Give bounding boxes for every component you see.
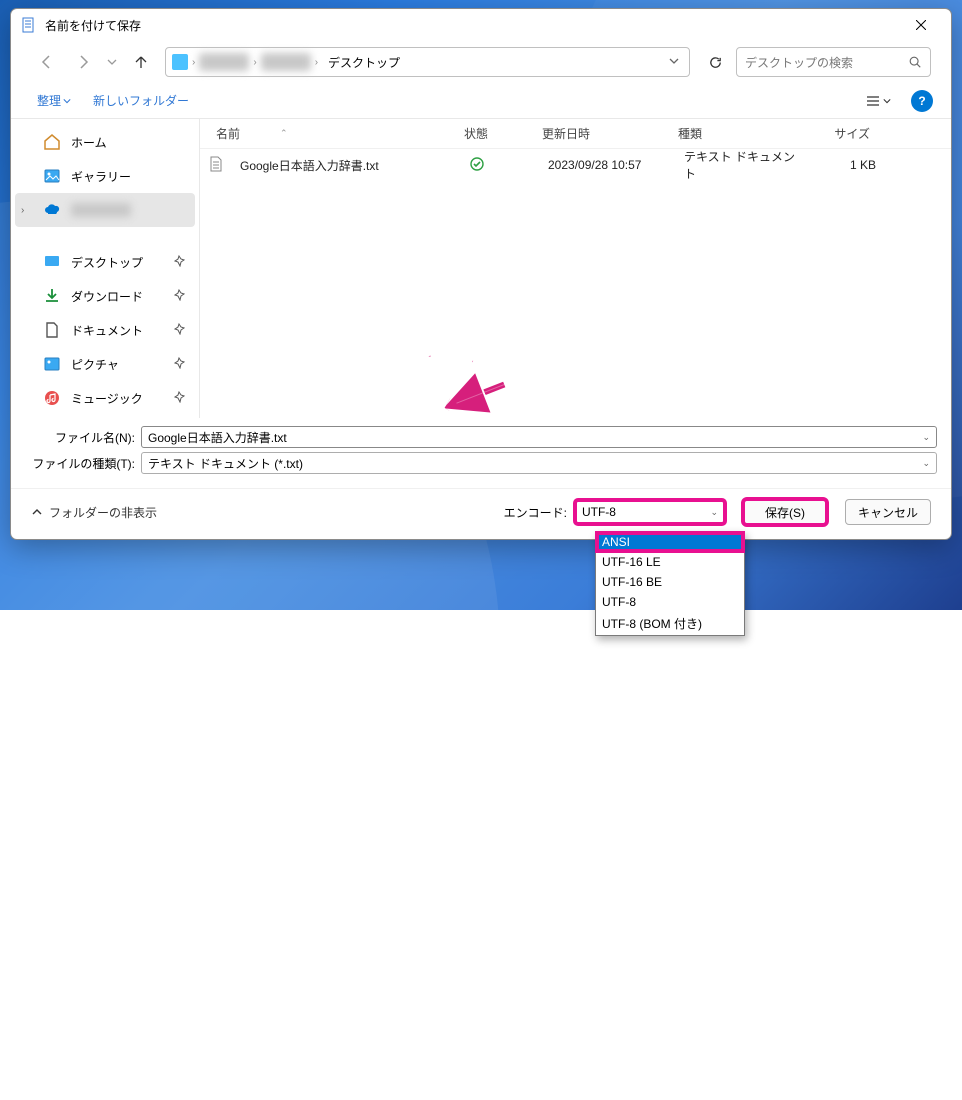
text-file-icon	[208, 156, 226, 175]
chevron-right-icon: ›	[192, 57, 195, 68]
encoding-dropdown-list: ANSI UTF-16 LE UTF-16 BE UTF-8 UTF-8 (BO…	[595, 531, 745, 636]
column-date[interactable]: 更新日時	[534, 121, 670, 146]
file-date: 2023/09/28 10:57	[540, 154, 676, 176]
cancel-button[interactable]: キャンセル	[845, 499, 931, 525]
column-status[interactable]: 状態	[456, 121, 534, 146]
chevron-right-icon: ›	[315, 57, 318, 68]
column-name[interactable]: 名前 ⌃	[208, 121, 456, 146]
pictures-icon	[43, 355, 61, 373]
sidebar-item-downloads[interactable]: ダウンロード	[15, 279, 195, 313]
file-type: テキスト ドキュメント	[676, 144, 804, 186]
chevron-down-icon: ⌄	[710, 507, 718, 518]
encoding-option-utf8[interactable]: UTF-8	[596, 592, 744, 612]
location-icon	[172, 54, 188, 70]
sidebar-item-onedrive[interactable]: ›	[15, 193, 195, 227]
toolbar: 整理 新しいフォルダー ?	[11, 83, 951, 119]
sidebar-item-music[interactable]: ミュージック	[15, 381, 195, 415]
notepad-icon	[21, 17, 37, 33]
filename-input[interactable]: Google日本語入力辞書.txt ⌄	[141, 426, 937, 448]
sidebar: ホーム ギャラリー › デスクトップ ダウンロード	[11, 119, 199, 418]
file-size: 1 KB	[804, 154, 884, 176]
gallery-icon	[43, 167, 61, 185]
up-button[interactable]	[125, 48, 157, 76]
view-options-button[interactable]	[861, 87, 895, 115]
file-name: Google日本語入力辞書.txt	[232, 153, 462, 178]
chevron-down-icon[interactable]: ⌄	[922, 432, 930, 443]
sidebar-item-pictures[interactable]: ピクチャ	[15, 347, 195, 381]
home-icon	[43, 133, 61, 151]
organize-button[interactable]: 整理	[29, 88, 79, 113]
column-headers: 名前 ⌃ 状態 更新日時 種類 サイズ	[200, 119, 951, 149]
download-icon	[43, 287, 61, 305]
file-list-area: 名前 ⌃ 状態 更新日時 種類 サイズ Google日本語入力辞書.txt 20…	[199, 119, 951, 418]
cloud-icon	[43, 201, 61, 219]
navbar: › › › デスクトップ デスクトップの検索	[11, 41, 951, 83]
pin-icon	[173, 357, 185, 372]
desktop-icon	[43, 253, 61, 271]
check-icon	[470, 160, 484, 174]
history-chevron-icon[interactable]	[103, 48, 121, 76]
encoding-option-ansi[interactable]: ANSI	[596, 532, 744, 552]
pin-icon	[173, 391, 185, 406]
filename-label: ファイル名(N):	[25, 429, 135, 446]
refresh-button[interactable]	[698, 47, 732, 77]
new-folder-button[interactable]: 新しいフォルダー	[85, 88, 197, 113]
column-type[interactable]: 種類	[670, 121, 798, 146]
help-button[interactable]: ?	[911, 90, 933, 112]
pin-icon	[173, 289, 185, 304]
chevron-up-icon	[31, 506, 43, 518]
chevron-down-icon[interactable]	[669, 55, 679, 69]
filetype-label: ファイルの種類(T):	[25, 455, 135, 472]
breadcrumb-seg-1[interactable]	[261, 53, 311, 71]
encoding-dropdown[interactable]: UTF-8 ⌄	[575, 500, 725, 524]
search-input[interactable]: デスクトップの検索	[736, 47, 931, 77]
file-status	[462, 153, 540, 178]
close-button[interactable]	[901, 10, 941, 40]
bottom-bar: フォルダーの非表示 エンコード: UTF-8 ⌄ 保存(S) キャンセル	[11, 488, 951, 539]
filetype-dropdown[interactable]: テキスト ドキュメント (*.txt) ⌄	[141, 452, 937, 474]
encoding-option-utf16be[interactable]: UTF-16 BE	[596, 572, 744, 592]
save-button[interactable]: 保存(S)	[743, 499, 827, 525]
pin-icon	[173, 323, 185, 338]
sidebar-item-documents[interactable]: ドキュメント	[15, 313, 195, 347]
music-icon	[43, 389, 61, 407]
search-placeholder: デスクトップの検索	[745, 54, 908, 71]
window-title: 名前を付けて保存	[45, 17, 901, 34]
document-icon	[43, 321, 61, 339]
encoding-label: エンコード:	[504, 504, 567, 521]
dialog-body: ホーム ギャラリー › デスクトップ ダウンロード	[11, 119, 951, 418]
encoding-option-utf8bom[interactable]: UTF-8 (BOM 付き)	[596, 612, 744, 635]
sidebar-item-desktop[interactable]: デスクトップ	[15, 245, 195, 279]
address-bar[interactable]: › › › デスクトップ	[165, 47, 690, 77]
forward-button[interactable]	[67, 48, 99, 76]
annotation-text: 名前は変えない	[420, 336, 588, 371]
titlebar: 名前を付けて保存	[11, 9, 951, 41]
encoding-option-utf16le[interactable]: UTF-16 LE	[596, 552, 744, 572]
back-button[interactable]	[31, 48, 63, 76]
breadcrumb-seg-0[interactable]	[199, 53, 249, 71]
chevron-down-icon	[63, 97, 71, 105]
hide-folders-button[interactable]: フォルダーの非表示	[31, 504, 157, 521]
breadcrumb-seg-desktop[interactable]: デスクトップ	[322, 50, 406, 75]
sidebar-item-home[interactable]: ホーム	[15, 125, 195, 159]
save-as-dialog: 名前を付けて保存 › › › デスクトップ デスクトップの検索	[10, 8, 952, 540]
file-row[interactable]: Google日本語入力辞書.txt 2023/09/28 10:57 テキスト …	[200, 149, 951, 181]
search-icon	[908, 55, 922, 69]
chevron-down-icon	[883, 97, 891, 105]
chevron-right-icon: ›	[253, 57, 256, 68]
chevron-right-icon[interactable]: ›	[21, 205, 24, 216]
pin-icon	[173, 255, 185, 270]
column-size[interactable]: サイズ	[798, 121, 878, 146]
sort-indicator-icon: ⌃	[280, 128, 288, 139]
sidebar-item-gallery[interactable]: ギャラリー	[15, 159, 195, 193]
chevron-down-icon: ⌄	[922, 458, 930, 469]
